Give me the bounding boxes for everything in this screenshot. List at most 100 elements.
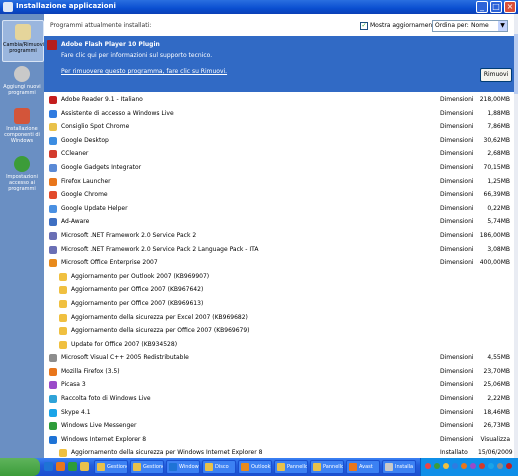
sidebar-item-windows-components[interactable]: Installazione componenti di Windows	[2, 108, 42, 144]
program-row[interactable]: Adobe Reader 9.1 - Italiano Dimensioni 218…	[44, 93, 514, 107]
start-button[interactable]	[0, 458, 40, 476]
tray-icon[interactable]	[425, 463, 431, 469]
taskbar-button[interactable]: Installa	[382, 460, 416, 474]
sidebar-item-add-new[interactable]: Aggiungi nuovi programmi	[2, 66, 42, 96]
remove-button[interactable]: Rimuovi	[480, 68, 512, 82]
program-row[interactable]: Google Desktop Dimensioni 30,62MB	[44, 134, 514, 148]
program-row[interactable]: Raccolta foto di Windows Live Dimensioni 2…	[44, 392, 514, 406]
sidebar-item-program-access[interactable]: Impostazioni accesso ai programmi	[2, 156, 42, 192]
program-row[interactable]: Google Update Helper Dimensioni 0,22MB	[44, 202, 514, 216]
size-value: 25,06MB	[483, 381, 510, 389]
ie-icon[interactable]	[44, 462, 53, 471]
update-icon	[59, 286, 67, 295]
program-row[interactable]: Assistente di accesso a Windows Live Dime…	[44, 107, 514, 121]
adaware-icon	[49, 218, 57, 227]
size-label: Dimensioni	[440, 123, 474, 131]
update-icon	[59, 449, 67, 458]
taskbar-button[interactable]: Windows	[166, 460, 200, 474]
program-name: Google Chrome	[61, 191, 108, 199]
size-label: Dimensioni	[440, 354, 474, 362]
tray-icon[interactable]	[434, 463, 440, 469]
program-row[interactable]: Aggiornamento per Office 2007 (KB969613)	[44, 297, 514, 311]
firefox-icon	[49, 177, 57, 186]
size-label: Dimensioni	[440, 204, 474, 212]
tray-icon[interactable]	[470, 463, 476, 469]
program-row[interactable]: Aggiornamento per Office 2007 (KB967642)	[44, 283, 514, 297]
program-name: Mozilla Firefox (3.5)	[61, 367, 120, 375]
office-icon	[49, 259, 57, 268]
taskbar-button[interactable]: Disco	[202, 460, 236, 474]
size-label: Dimensioni	[440, 367, 474, 375]
install-cd-icon	[14, 66, 30, 82]
taskbar-button-label: Avast	[359, 464, 373, 470]
program-row[interactable]: Aggiornamento per Outlook 2007 (KB969907…	[44, 270, 514, 284]
sidebar: Cambia/Rimuovi programmi Aggiungi nuovi …	[0, 14, 44, 458]
maximize-button[interactable]: □	[490, 1, 502, 13]
size-value: 26,73MB	[483, 422, 510, 430]
ccleaner-icon	[49, 150, 57, 159]
sort-dropdown[interactable]: Ordina per: Nome ▼	[432, 20, 508, 32]
size-label: Dimensioni	[440, 96, 474, 103]
program-row[interactable]: CCleaner Dimensioni 2,68MB	[44, 147, 514, 161]
size-label: Dimensioni	[440, 381, 474, 389]
taskbar-button[interactable]: Pannello	[310, 460, 344, 474]
program-name: Skype 4.1	[61, 408, 91, 416]
size-label: Dimensioni	[440, 191, 474, 199]
firefox-icon[interactable]	[56, 462, 65, 471]
program-row[interactable]: Firefox Launcher Dimensioni 1,25MB	[44, 175, 514, 189]
sidebar-item-change-remove[interactable]: Cambia/Rimuovi programmi	[2, 20, 44, 62]
program-row[interactable]: Microsoft Visual C++ 2005 Redistributabl…	[44, 351, 514, 365]
tray-icon[interactable]	[443, 463, 449, 469]
close-button[interactable]: ×	[504, 1, 516, 13]
tray-icon[interactable]	[452, 463, 458, 469]
minimize-button[interactable]: _	[476, 1, 488, 13]
folder-icon[interactable]	[80, 462, 89, 471]
tray-icon[interactable]	[506, 463, 512, 469]
program-row[interactable]: Google Chrome Dimensioni 66,39MB	[44, 188, 514, 202]
tray-icon[interactable]	[497, 463, 503, 469]
size-value: 18,46MB	[483, 408, 510, 416]
selected-program[interactable]: Adobe Flash Player 10 Plugin Fare clic q…	[44, 36, 514, 92]
taskbar-button-label: Gestione	[143, 464, 164, 470]
taskbar-button[interactable]: Avast	[346, 460, 380, 474]
program-row[interactable]: Microsoft Office Enterprise 2007 Dimensio…	[44, 256, 514, 270]
taskbar-button[interactable]: Outlook	[238, 460, 272, 474]
program-row[interactable]: Skype 4.1 Dimensioni 18,46MB	[44, 406, 514, 420]
scrollbar-thumb[interactable]	[514, 34, 518, 94]
tray-icon[interactable]	[488, 463, 494, 469]
program-row[interactable]: Windows Internet Explorer 8 Dimensioni Vis…	[44, 433, 514, 447]
program-row[interactable]: Picasa 3 Dimensioni 25,06MB	[44, 378, 514, 392]
program-row[interactable]: Ad-Aware Dimensioni 5,74MB	[44, 215, 514, 229]
program-name: Aggiornamento della sicurezza per Office…	[71, 327, 250, 335]
program-row[interactable]: Update for Office 2007 (KB934528)	[44, 338, 514, 352]
program-row[interactable]: Aggiornamento della sicurezza per Excel …	[44, 311, 514, 325]
program-row[interactable]: Microsoft .NET Framework 2.0 Service Pac…	[44, 229, 514, 243]
program-row[interactable]: Microsoft .NET Framework 2.0 Service Pac…	[44, 243, 514, 257]
update-icon	[59, 327, 67, 336]
program-name: Firefox Launcher	[61, 177, 111, 185]
taskbar-button[interactable]: Gestione	[130, 460, 164, 474]
program-row[interactable]: Aggiornamento della sicurezza per Office…	[44, 324, 514, 338]
taskbar-button[interactable]: Pannello	[274, 460, 308, 474]
program-row[interactable]: Consiglio Spot Chrome Dimensioni 7,86MB	[44, 120, 514, 134]
update-icon	[59, 299, 67, 308]
size-value: 7,86MB	[487, 123, 510, 131]
size-value: 30,62MB	[483, 136, 510, 144]
taskbar-button[interactable]: Gestione	[94, 460, 128, 474]
program-row[interactable]: Windows Live Messenger Dimensioni 26,73MB	[44, 419, 514, 433]
chevron-down-icon[interactable]: ▼	[498, 21, 507, 31]
window-title: Installazione applicazioni	[16, 2, 116, 10]
messenger-icon[interactable]	[68, 462, 77, 471]
tray-icon[interactable]	[479, 463, 485, 469]
program-name: Google Update Helper	[61, 204, 128, 212]
program-row[interactable]: Google Gadgets Integrator Dimensioni 70,15…	[44, 161, 514, 175]
tray-icon[interactable]	[461, 463, 467, 469]
program-row[interactable]: Mozilla Firefox (3.5) Dimensioni 23,70MB	[44, 365, 514, 379]
show-updates-checkbox[interactable]: ✓	[360, 22, 368, 30]
program-name: Update for Office 2007 (KB934528)	[71, 340, 178, 348]
size-value: 186,00MB	[479, 231, 510, 239]
update-icon	[59, 272, 67, 281]
dotnet-icon	[49, 231, 57, 240]
sort-value: Nome	[471, 22, 489, 29]
support-info-link[interactable]: Fare clic qui per informazioni sul suppo…	[61, 52, 212, 59]
